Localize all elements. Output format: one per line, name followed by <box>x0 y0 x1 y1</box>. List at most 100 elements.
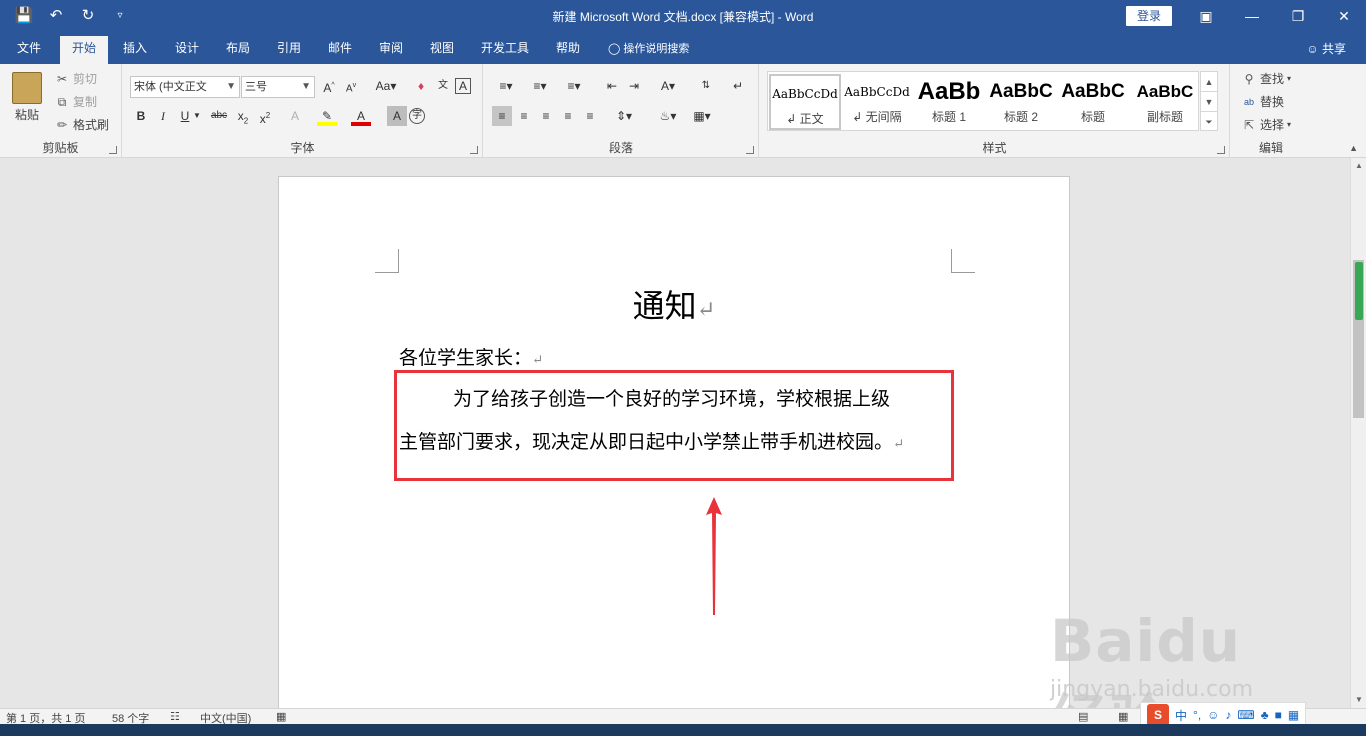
line-spacing-icon[interactable]: ⇕▾ <box>610 106 638 126</box>
cut-button[interactable]: ✂ 剪切 <box>54 70 97 87</box>
shrink-font-icon[interactable]: Av <box>341 76 361 96</box>
increase-indent-icon[interactable]: ⇥ <box>624 76 644 96</box>
clipboard-label: 剪贴板 <box>42 141 79 155</box>
tab-developer[interactable]: 开发工具 <box>469 36 541 64</box>
macro-icon[interactable]: ▦ <box>276 710 286 723</box>
close-icon[interactable]: ✕ <box>1324 4 1364 28</box>
tab-references[interactable]: 引用 <box>265 36 313 64</box>
scroll-up-icon[interactable]: ▲ <box>1351 158 1366 174</box>
style-heading-2[interactable]: AaBbC 标题 2 <box>985 74 1057 130</box>
superscript-icon[interactable]: x2 <box>255 106 275 126</box>
tab-insert[interactable]: 插入 <box>111 36 159 64</box>
clipboard-launcher-icon[interactable] <box>109 146 117 154</box>
bold-icon[interactable]: B <box>131 106 151 126</box>
align-right-icon[interactable]: ≡ <box>536 106 556 126</box>
gallery-down-icon[interactable]: ▼ <box>1201 92 1217 112</box>
font-color-icon[interactable]: A <box>351 106 371 126</box>
style-subtitle[interactable]: AaBbC 副标题 <box>1129 74 1201 130</box>
paragraph-launcher-icon[interactable] <box>746 146 754 154</box>
sogou-logo-icon[interactable]: S <box>1147 704 1169 726</box>
subscript-icon[interactable]: x2 <box>233 106 253 126</box>
style-no-spacing[interactable]: AaBbCcDd ↲ 无间隔 <box>841 74 913 130</box>
tab-file[interactable]: 文件 <box>5 36 53 64</box>
microphone-icon[interactable]: ♪ <box>1225 708 1231 722</box>
show-marks-icon[interactable]: ↵ <box>728 76 748 96</box>
keyboard-icon[interactable]: ⌨ <box>1237 708 1254 722</box>
grid-icon[interactable]: ▦ <box>1288 708 1299 722</box>
style-normal[interactable]: AaBbCcDd ↲ 正文 <box>769 74 841 130</box>
skin-icon[interactable]: ♣ <box>1261 708 1269 722</box>
align-center-icon[interactable]: ≡ <box>514 106 534 126</box>
character-border-icon[interactable]: A <box>455 78 471 94</box>
justify-icon[interactable]: ≡ <box>558 106 578 126</box>
ribbon-display-options-icon[interactable]: ▣ <box>1186 4 1226 28</box>
proofing-icon[interactable]: ☷ <box>170 710 180 723</box>
tell-me-search[interactable]: ◯ 操作说明搜索 <box>608 40 689 56</box>
vertical-scrollbar[interactable]: ▲ ▼ <box>1350 158 1366 708</box>
numbering-icon[interactable]: ≡▾ <box>526 76 554 96</box>
borders-icon[interactable]: ▦▾ <box>688 106 716 126</box>
align-left-icon[interactable]: ≡ <box>492 106 512 126</box>
find-button[interactable]: ⚲ 查找 ▾ <box>1241 70 1291 87</box>
tab-design[interactable]: 设计 <box>163 36 211 64</box>
ime-mode[interactable]: 中 <box>1175 707 1187 724</box>
document-page[interactable]: 通知↵ 各位学生家长：↵ 为了给孩子创造一个良好的学习环境，学校根据上级 主管部… <box>278 176 1070 716</box>
gallery-up-icon[interactable]: ▲ <box>1201 72 1217 92</box>
font-size-select[interactable]: 三号 ▼ <box>241 76 315 98</box>
read-mode-icon[interactable]: ▤ <box>1078 710 1088 723</box>
underline-dropdown-icon[interactable]: ▼ <box>191 106 203 126</box>
style-title[interactable]: AaBbC 标题 <box>1057 74 1129 130</box>
share-button[interactable]: ☺ 共享 <box>1306 40 1346 57</box>
font-launcher-icon[interactable] <box>470 146 478 154</box>
print-layout-icon[interactable]: ▦ <box>1118 710 1128 723</box>
phonetic-guide-icon[interactable]: 文 <box>433 76 453 96</box>
collapse-ribbon-icon[interactable]: ▲ <box>1349 143 1358 153</box>
paste-button[interactable]: 粘贴 <box>12 72 42 123</box>
enclose-characters-icon[interactable]: 字 <box>409 108 425 124</box>
tab-help[interactable]: 帮助 <box>544 36 592 64</box>
chinese-layout-icon[interactable]: A▾ <box>654 76 682 96</box>
crop-mark-top-right <box>951 249 975 273</box>
bullets-icon[interactable]: ≡▾ <box>492 76 520 96</box>
font-name-select[interactable]: 宋体 (中文正文 ▼ <box>130 76 240 98</box>
sort-icon[interactable]: ⇅ <box>696 76 716 96</box>
clear-formatting-icon[interactable]: ♦ <box>411 76 431 96</box>
baidu-watermark: Baidu经验 jingyan.baidu.com <box>1040 585 1300 736</box>
gallery-more-icon[interactable]: ⏷ <box>1201 112 1217 132</box>
replace-button[interactable]: ab 替换 <box>1241 93 1284 110</box>
document-greeting[interactable]: 各位学生家长：↵ <box>399 343 543 370</box>
text-effects-icon[interactable]: A <box>285 106 305 126</box>
format-painter-button[interactable]: ✏ 格式刷 <box>54 116 109 133</box>
copy-button[interactable]: ⧉ 复制 <box>54 93 97 110</box>
style-heading-1[interactable]: AaBb 标题 1 <box>913 74 985 130</box>
highlight-color-icon[interactable]: ✎ <box>317 106 337 126</box>
italic-icon[interactable]: I <box>153 106 173 126</box>
character-shading-icon[interactable]: A <box>387 106 407 126</box>
cursor-icon: ⇱ <box>1243 117 1255 132</box>
tab-home[interactable]: 开始 <box>60 36 109 64</box>
shirt-icon[interactable]: ■ <box>1275 708 1282 722</box>
multilevel-list-icon[interactable]: ≡▾ <box>560 76 588 96</box>
decrease-indent-icon[interactable]: ⇤ <box>602 76 622 96</box>
font-group: 宋体 (中文正文 ▼ 三号 ▼ A^ Av Aa▾ ♦ 文 A B I U ▼ ab… <box>123 64 483 158</box>
emoji-icon[interactable]: ☺ <box>1207 708 1219 722</box>
document-title[interactable]: 通知↵ <box>279 281 1069 327</box>
punctuation-icon[interactable]: °, <box>1193 708 1201 722</box>
login-button[interactable]: 登录 <box>1126 6 1172 26</box>
grow-font-icon[interactable]: A^ <box>319 76 339 96</box>
distributed-icon[interactable]: ≡ <box>580 106 600 126</box>
styles-launcher-icon[interactable] <box>1217 146 1225 154</box>
tab-layout[interactable]: 布局 <box>214 36 262 64</box>
taskbar[interactable] <box>0 724 1366 736</box>
minimize-icon[interactable]: — <box>1232 4 1272 28</box>
restore-icon[interactable]: ❐ <box>1278 4 1318 28</box>
change-case-icon[interactable]: Aa▾ <box>369 76 403 96</box>
select-button[interactable]: ⇱ 选择 ▾ <box>1241 116 1291 133</box>
strikethrough-icon[interactable]: abc <box>207 106 231 126</box>
tab-mailings[interactable]: 邮件 <box>316 36 364 64</box>
document-area[interactable]: 通知↵ 各位学生家长：↵ 为了给孩子创造一个良好的学习环境，学校根据上级 主管部… <box>0 158 1350 736</box>
scroll-down-icon[interactable]: ▼ <box>1351 692 1366 708</box>
shading-icon[interactable]: ♨▾ <box>654 106 682 126</box>
tab-review[interactable]: 审阅 <box>367 36 415 64</box>
tab-view[interactable]: 视图 <box>418 36 466 64</box>
